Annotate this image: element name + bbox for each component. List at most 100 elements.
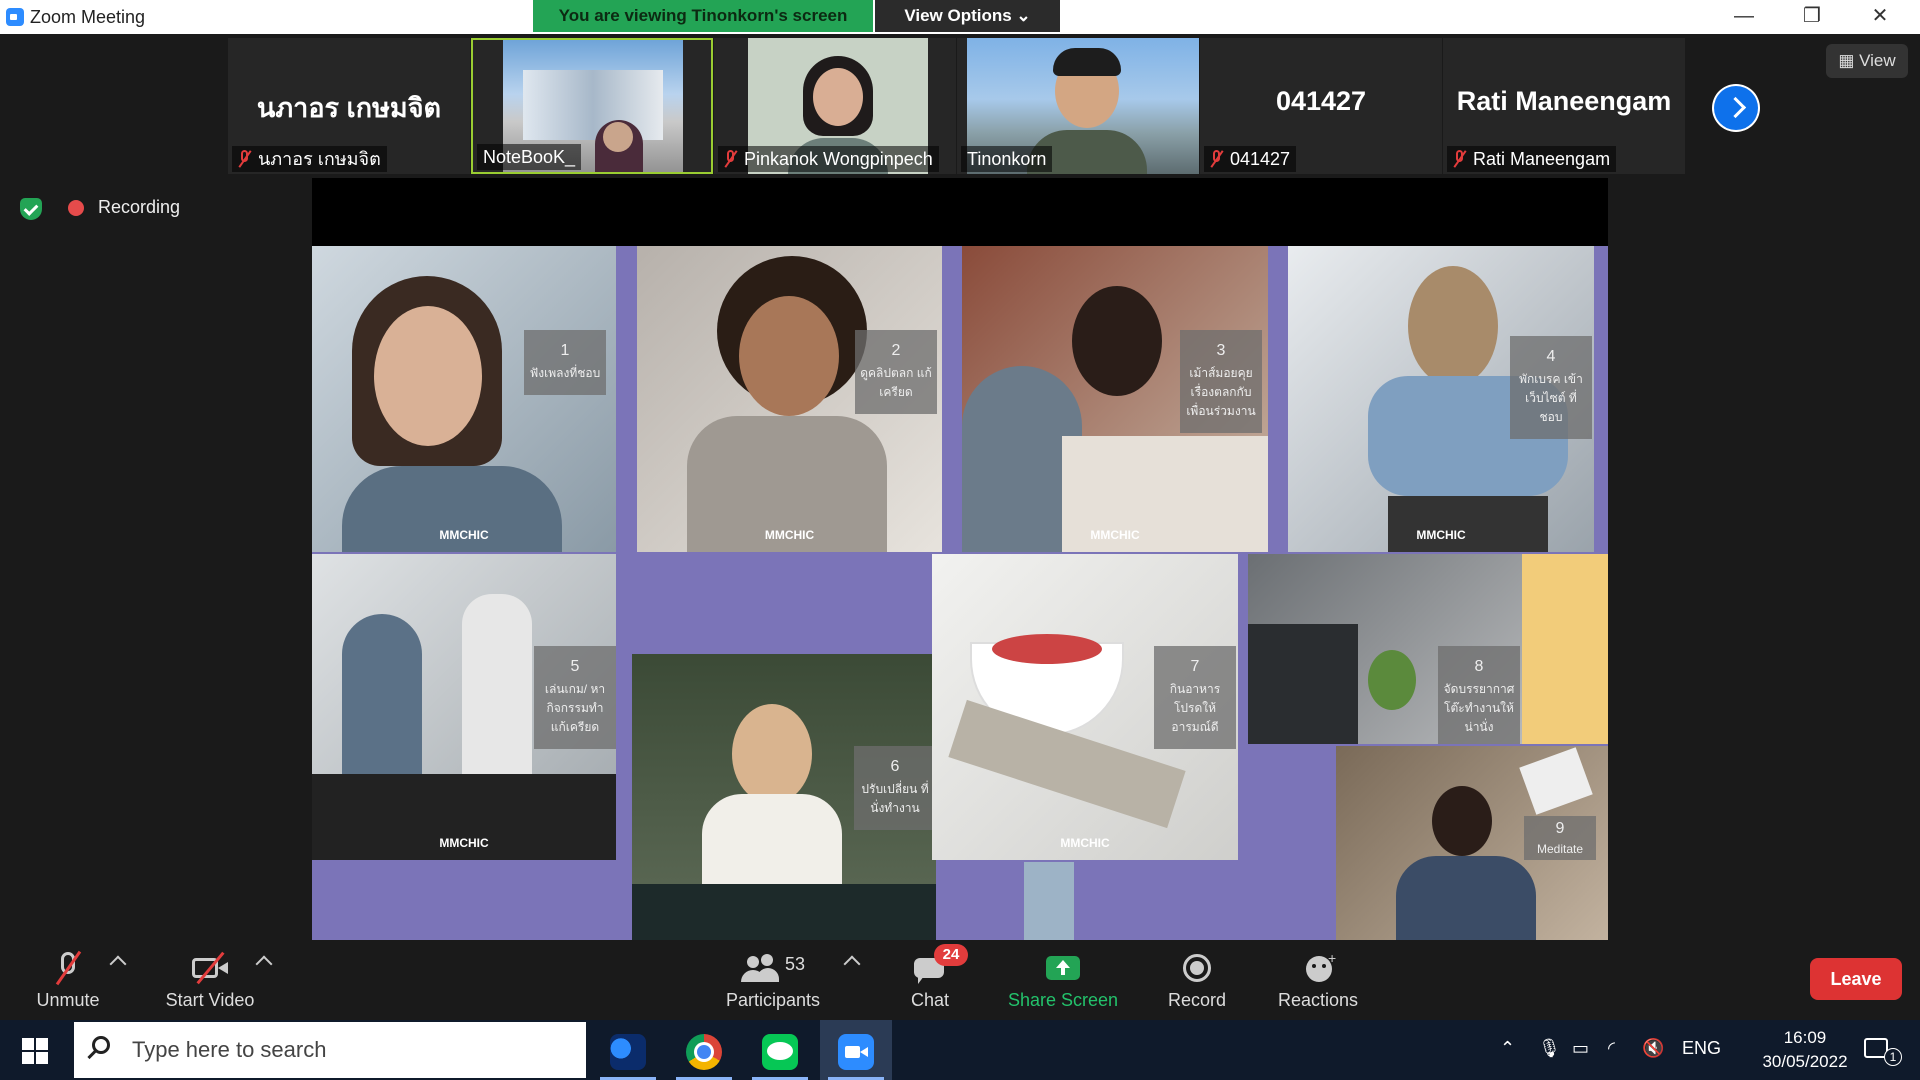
taskbar-search-box[interactable]: Type here to search <box>74 1022 586 1078</box>
taskbar-app-line[interactable] <box>744 1020 816 1080</box>
slide-photo-3: 3 เม้าส์มอยคุย เรื่องตลกกับ เพื่อนร่วมงาน… <box>962 246 1268 552</box>
muted-mic-icon <box>1453 150 1467 168</box>
meeting-toolbar: Unmute Start Video 53 Participants 24 Ch… <box>0 942 1920 1020</box>
record-icon <box>1177 950 1217 986</box>
window-title: Zoom Meeting <box>30 7 146 27</box>
slide-photo-7: 7 กินอาหาร โปรดให้ อารมณ์ดี MMCHIC <box>932 554 1238 860</box>
taskbar-app-webex[interactable] <box>592 1020 664 1080</box>
zoom-app-icon <box>6 8 24 26</box>
muted-mic-icon <box>724 150 738 168</box>
windows-taskbar: Type here to search ⌃ 🎙 ▭ ◜ 🔇 ENG 16:09 … <box>0 1020 1920 1080</box>
participants-button[interactable]: 53 Participants <box>714 942 832 1020</box>
microphone-tray-icon[interactable]: 🎙 <box>1538 1038 1561 1059</box>
slide-photo-9: 9 Meditate <box>1336 746 1608 940</box>
participant-name-label: NoteBooK_ <box>477 144 582 170</box>
participant-tile[interactable]: Pinkanok Wongpinpech <box>714 38 956 174</box>
participant-tile-active-speaker[interactable]: NoteBooK_ <box>471 38 713 174</box>
clock-time: 16:09 <box>1783 1028 1827 1047</box>
slide-accent-blue <box>1024 862 1074 940</box>
muted-microphone-icon <box>48 950 88 986</box>
recording-dot-icon <box>68 200 84 216</box>
shared-screen-top-bar <box>312 178 1608 246</box>
reactions-button[interactable]: + Reactions <box>1266 942 1370 1020</box>
participant-strip: นภาอร เกษมจิต นภาอร เกษมจิต NoteBooK_ Pi… <box>228 38 1694 174</box>
taskbar-app-zoom[interactable] <box>820 1020 892 1080</box>
slide-brand: MMCHIC <box>439 836 489 850</box>
start-video-button[interactable]: Start Video <box>152 942 268 1020</box>
video-off-icon <box>190 950 230 986</box>
line-app-icon <box>762 1034 798 1070</box>
viewing-screen-banner: You are viewing Tinonkorn's screen <box>533 0 873 32</box>
participant-tile[interactable]: Tinonkorn <box>957 38 1199 174</box>
participant-display-name: 041427 <box>1275 86 1367 116</box>
battery-icon[interactable]: ▭ <box>1572 1038 1589 1059</box>
volume-muted-icon[interactable]: 🔇 <box>1642 1038 1664 1059</box>
slide-photo-4: 4 พักเบรค เข้าเว็บไซต์ ที่ชอบ MMCHIC <box>1288 246 1594 552</box>
share-screen-icon <box>1043 950 1083 986</box>
participant-tile[interactable]: Rati Maneengam Rati Maneengam <box>1443 38 1685 174</box>
slide-photo-5: 5 เล่นเกม/ หากิจกรรมทำ แก้เครียด MMCHIC <box>312 554 616 860</box>
recording-status: Recording <box>98 197 181 217</box>
webex-app-icon <box>610 1034 646 1070</box>
notifications-button[interactable]: 1 <box>1860 1036 1902 1066</box>
participants-icon: 53 <box>733 950 813 986</box>
slide-caption: 1 ฟังเพลงที่ชอบ <box>524 330 606 395</box>
participant-tile[interactable]: 041427 041427 <box>1200 38 1442 174</box>
input-language[interactable]: ENG <box>1682 1038 1721 1059</box>
participant-name-label: Tinonkorn <box>961 146 1053 172</box>
unmute-button[interactable]: Unmute <box>22 942 114 1020</box>
windows-start-icon[interactable] <box>22 1038 48 1064</box>
chat-button[interactable]: 24 Chat <box>902 942 968 1020</box>
view-options-button[interactable]: View Options ⌄ <box>875 0 1060 32</box>
leave-meeting-button[interactable]: Leave <box>1810 958 1902 1000</box>
participants-count: 53 <box>785 954 806 974</box>
participant-name-label: นภาอร เกษมจิต <box>232 146 387 172</box>
minimize-button[interactable]: — <box>1710 0 1778 34</box>
participant-name-label: 041427 <box>1204 146 1297 172</box>
slide-photo-2: 2 ดูคลิปตลก แก้เครียด MMCHIC <box>637 246 942 552</box>
next-page-arrow-icon[interactable] <box>1712 84 1760 132</box>
grid-icon: ▦ <box>1838 51 1860 70</box>
show-hidden-icons-chevron-icon[interactable]: ⌃ <box>1500 1038 1515 1059</box>
muted-mic-icon <box>238 150 252 168</box>
chrome-app-icon <box>686 1034 722 1070</box>
record-button[interactable]: Record <box>1130 942 1264 1020</box>
slide-caption: 4 พักเบรค เข้าเว็บไซต์ ที่ชอบ <box>1510 336 1592 439</box>
slide-caption: 7 กินอาหาร โปรดให้ อารมณ์ดี <box>1154 646 1236 749</box>
slide-brand: MMCHIC <box>1416 528 1466 542</box>
participant-name-label: Pinkanok Wongpinpech <box>718 146 939 172</box>
wifi-icon[interactable]: ◜ <box>1608 1038 1615 1059</box>
slide-brand: MMCHIC <box>1090 528 1140 542</box>
share-screen-button[interactable]: Share Screen <box>1004 942 1122 1020</box>
muted-mic-icon <box>1210 150 1224 168</box>
participant-tile[interactable]: นภาอร เกษมจิต นภาอร เกษมจิต <box>228 38 470 174</box>
slide-caption: 6 ปรับเปลี่ยน ที่นั่งทำงาน <box>854 746 936 830</box>
taskbar-app-chrome[interactable] <box>668 1020 740 1080</box>
encryption-shield-icon[interactable] <box>20 198 42 220</box>
slide-brand: MMCHIC <box>439 528 489 542</box>
chat-bubble-icon: 24 <box>910 944 968 986</box>
shared-screen[interactable]: 1 ฟังเพลงที่ชอบ MMCHIC 2 ดูคลิปตลก แก้เครี… <box>312 178 1608 940</box>
participants-options-caret-icon[interactable] <box>843 955 861 973</box>
participant-display-name: นภาอร เกษมจิต <box>256 93 442 123</box>
title-bar: Zoom Meeting You are viewing Tinonkorn's… <box>0 0 1920 34</box>
view-layout-button[interactable]: ▦ View <box>1826 44 1908 78</box>
taskbar-clock[interactable]: 16:09 30/05/2022 <box>1740 1026 1870 1074</box>
close-window-button[interactable]: ✕ <box>1846 0 1914 34</box>
zoom-app-icon <box>838 1034 874 1070</box>
slide-photo-8: 8 จัดบรรยากาศ โต๊ะทำงานให้ น่านั่ง <box>1248 554 1522 744</box>
clock-date: 30/05/2022 <box>1762 1052 1848 1071</box>
participant-name-label: Rati Maneengam <box>1447 146 1617 172</box>
search-placeholder: Type here to search <box>132 1037 327 1062</box>
slide-caption: 9 Meditate <box>1524 816 1596 860</box>
restore-button[interactable]: ❐ <box>1778 0 1846 34</box>
slide-brand: MMCHIC <box>1060 836 1110 850</box>
search-icon <box>92 1036 110 1054</box>
slide-brand: MMCHIC <box>764 528 815 542</box>
notification-count-badge: 1 <box>1884 1048 1902 1066</box>
slide-caption: 8 จัดบรรยากาศ โต๊ะทำงานให้ น่านั่ง <box>1438 646 1520 744</box>
slide-photo-6: 6 ปรับเปลี่ยน ที่นั่งทำงาน <box>632 654 936 940</box>
slide-photo-1: 1 ฟังเพลงที่ชอบ MMCHIC <box>312 246 616 552</box>
participant-display-name: Rati Maneengam <box>1456 86 1672 116</box>
chat-unread-badge: 24 <box>934 944 968 966</box>
